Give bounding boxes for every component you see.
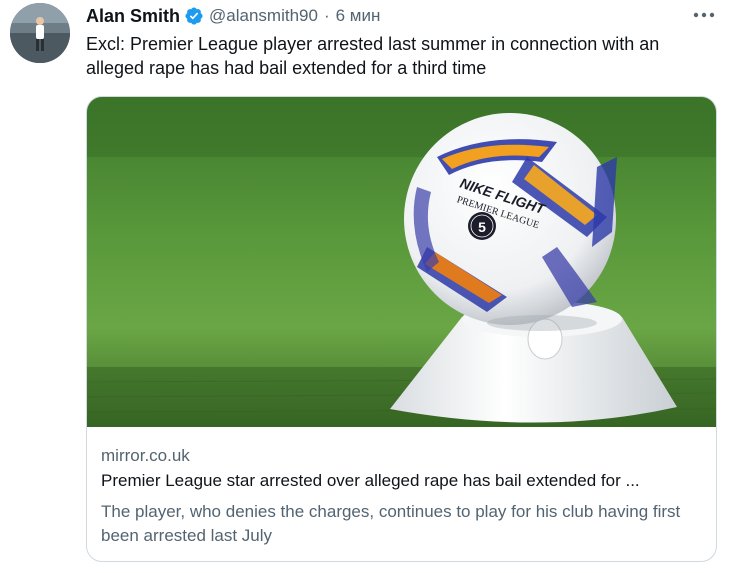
author-handle[interactable]: @alansmith90 bbox=[209, 6, 318, 26]
avatar[interactable] bbox=[10, 3, 70, 63]
card-image[interactable]: NIKE FLIGHT PREMIER LEAGUE 5 bbox=[87, 97, 716, 427]
card-description: The player, who denies the charges, cont… bbox=[101, 502, 681, 545]
verified-badge-icon bbox=[184, 6, 204, 26]
card-title[interactable]: Premier League star arrested over allege… bbox=[101, 471, 701, 491]
more-options-icon[interactable] bbox=[691, 4, 717, 26]
link-card[interactable]: NIKE FLIGHT PREMIER LEAGUE 5 mirror.co.u… bbox=[86, 96, 717, 562]
separator-dot: · bbox=[323, 6, 330, 25]
football-on-cone-image: NIKE FLIGHT PREMIER LEAGUE 5 bbox=[87, 97, 716, 427]
tweet-header: Alan Smith @alansmith90 · 6 мин bbox=[86, 4, 671, 28]
card-domain: mirror.co.uk bbox=[101, 446, 190, 465]
tweet-timestamp[interactable]: 6 мин bbox=[336, 6, 381, 26]
tweet-text: Excl: Premier League player arrested las… bbox=[86, 34, 660, 78]
avatar-image bbox=[10, 3, 70, 63]
author-name[interactable]: Alan Smith bbox=[86, 6, 180, 27]
ball-size-text: 5 bbox=[478, 219, 486, 235]
